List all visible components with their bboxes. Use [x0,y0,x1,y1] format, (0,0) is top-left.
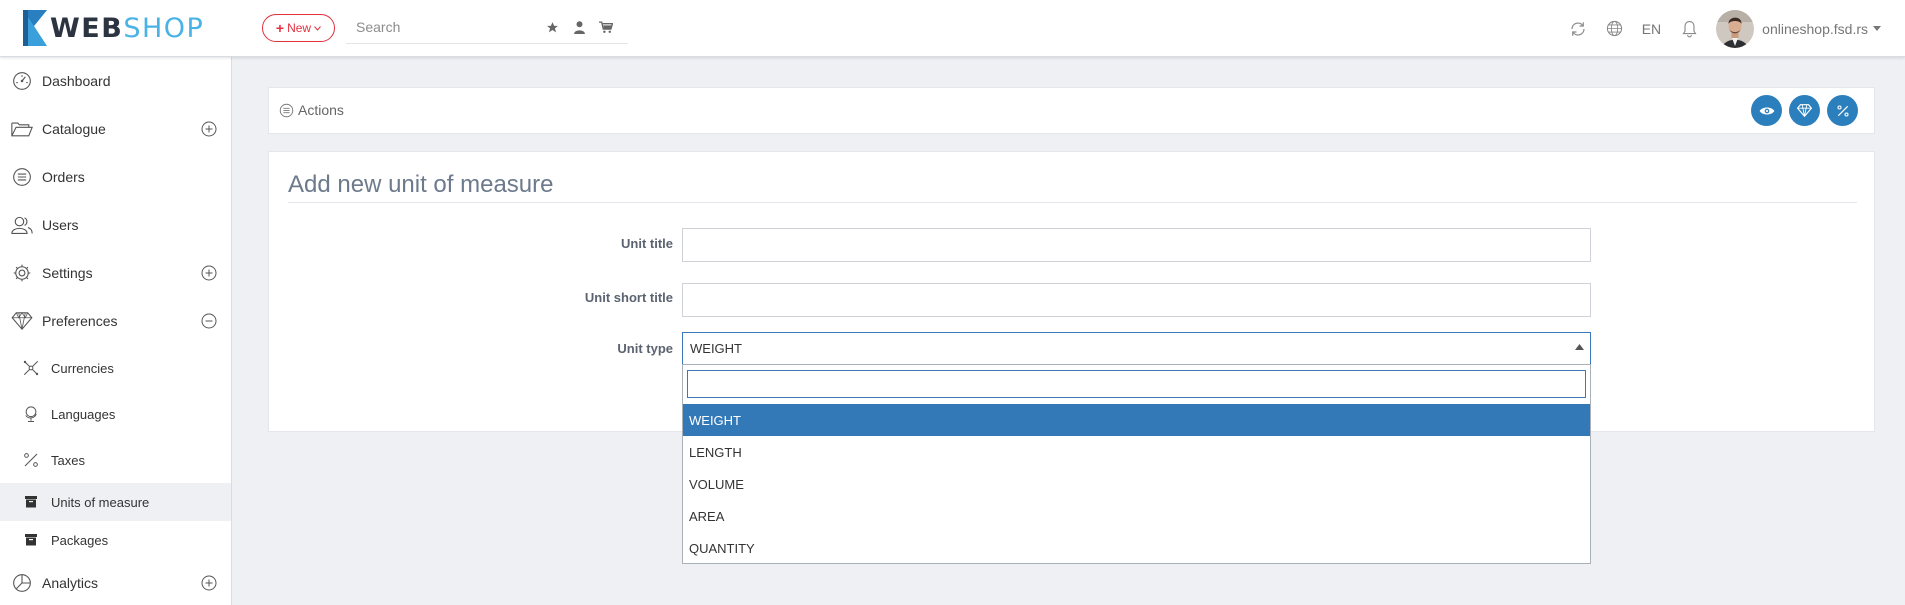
logo-web: WEB [50,12,124,44]
page-title: Add new unit of measure [288,171,554,198]
unit-short-title-input[interactable] [682,283,1591,317]
unit-title-input[interactable] [682,228,1591,262]
sidebar-item-label: Taxes [51,452,85,468]
archive-icon [21,492,41,512]
sidebar-item-units-of-measure[interactable]: Units of measure [0,483,231,521]
logo-flag-icon [23,10,47,46]
dropdown-option[interactable]: AREA [683,500,1590,532]
sidebar-item-label: Languages [51,406,116,422]
sidebar-item-analytics[interactable]: Analytics [0,559,231,605]
sidebar-item-preferences[interactable]: Preferences [0,297,231,345]
dropdown-option[interactable]: LENGTH [683,436,1590,468]
sidebar-item-label: Users [42,217,79,233]
search-input[interactable] [346,12,536,42]
header-tools: EN onlineshop.fsd.rs [1568,0,1905,57]
eye-icon [1759,107,1774,114]
webshop-logo[interactable]: WEBSHOP [22,9,204,47]
orders-icon [11,166,33,188]
folder-icon [11,118,33,140]
username-label: onlineshop.fsd.rs [1762,20,1868,37]
sidebar: Dashboard Catalogue Orders Users Setting… [0,57,232,605]
list-circle-icon [279,103,294,117]
new-button[interactable]: + New [262,14,335,42]
sidebar-item-label: Catalogue [42,121,106,137]
unit-title-label: Unit title [621,236,673,251]
preview-button[interactable] [1751,95,1782,126]
sidebar-item-taxes[interactable]: Taxes [0,437,231,483]
pie-chart-icon [11,572,33,594]
unit-type-dropdown: WEIGHT LENGTH VOLUME AREA QUANTITY [682,364,1591,564]
sidebar-item-label: Settings [42,265,93,281]
gear-icon [11,262,33,284]
unit-type-label: Unit type [617,341,673,356]
caret-up-icon [1575,344,1584,350]
archive-icon [21,530,41,550]
sidebar-item-orders[interactable]: Orders [0,153,231,201]
collapse-minus-icon[interactable] [201,313,217,329]
currencies-icon [21,358,41,378]
refresh-icon[interactable] [1568,19,1588,39]
expand-plus-icon[interactable] [201,575,217,591]
chevron-down-icon [314,25,321,31]
logo-shop: SHOP [123,12,205,44]
top-bar: WEBSHOP + New EN [0,0,1905,57]
bell-icon[interactable] [1679,19,1699,39]
sidebar-item-users[interactable]: Users [0,201,231,249]
user-menu[interactable]: onlineshop.fsd.rs [1762,21,1881,37]
unit-type-selected-value: WEIGHT [690,341,742,356]
dropdown-option[interactable]: QUANTITY [683,532,1590,564]
users-icon [11,214,33,236]
sidebar-item-label: Currencies [51,360,114,376]
cart-icon[interactable] [598,19,614,35]
caret-down-icon [1873,26,1881,31]
sidebar-item-label: Dashboard [42,73,111,89]
actions-label: Actions [298,102,344,118]
dropdown-search-input[interactable] [687,370,1586,398]
unit-short-title-label: Unit short title [584,290,673,305]
diamond-icon [11,310,33,332]
globe-stand-icon [21,404,41,424]
percent-icon [1836,104,1849,117]
sidebar-item-languages[interactable]: Languages [0,391,231,437]
percent-icon [21,450,41,470]
star-icon[interactable] [544,19,560,35]
logo-text: WEBSHOP [50,13,204,44]
sidebar-item-label: Analytics [42,575,99,591]
search-bar [346,12,628,44]
expand-plus-icon[interactable] [201,121,217,137]
title-divider [288,202,1857,203]
sidebar-item-label: Packages [51,532,109,548]
globe-icon[interactable] [1605,19,1625,39]
dropdown-options: WEIGHT LENGTH VOLUME AREA QUANTITY [683,404,1590,564]
actions-bar: Actions [268,87,1875,134]
plus-icon: + [275,20,285,36]
actions-menu[interactable]: Actions [279,102,344,118]
dropdown-option[interactable]: VOLUME [683,468,1590,500]
language-selector[interactable]: EN [1642,21,1661,37]
user-icon[interactable] [571,19,587,35]
sidebar-item-dashboard[interactable]: Dashboard [0,57,231,105]
dropdown-option[interactable]: WEIGHT [683,404,1590,436]
dashboard-icon [11,70,33,92]
sidebar-item-settings[interactable]: Settings [0,249,231,297]
sidebar-item-packages[interactable]: Packages [0,521,231,559]
avatar[interactable] [1716,9,1755,48]
unit-type-select[interactable]: WEIGHT [682,332,1591,365]
sidebar-item-label: Orders [42,169,85,185]
expand-plus-icon[interactable] [201,265,217,281]
sidebar-item-label: Preferences [42,313,118,329]
sidebar-item-label: Units of measure [51,494,150,510]
taxes-button[interactable] [1827,95,1858,126]
new-button-label: New [287,21,312,35]
sidebar-item-catalogue[interactable]: Catalogue [0,105,231,153]
diamond-icon [1797,104,1812,117]
sidebar-item-currencies[interactable]: Currencies [0,345,231,391]
preferences-button[interactable] [1789,95,1820,126]
